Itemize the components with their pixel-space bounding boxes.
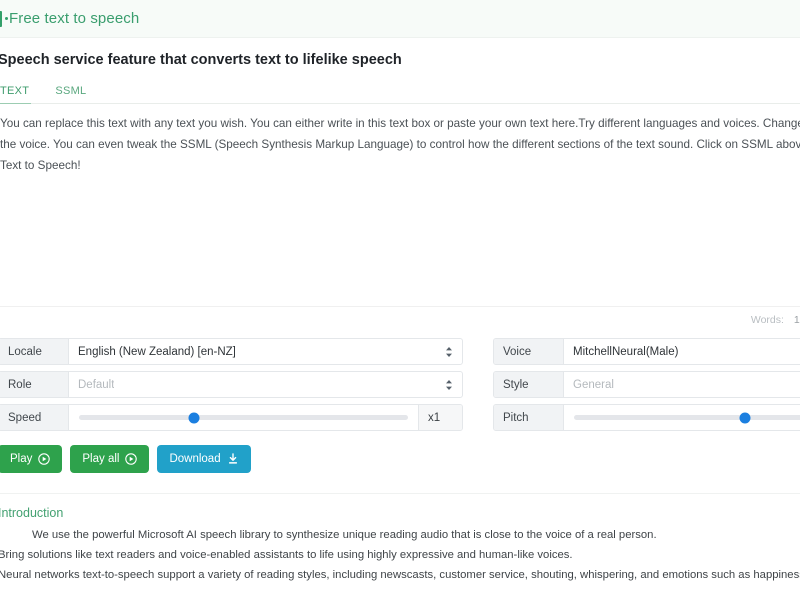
text-editor[interactable]: You can replace this text with any text … — [0, 104, 800, 306]
introduction-paragraph-2: Bring solutions like text readers and vo… — [0, 548, 573, 561]
speed-control[interactable]: Speed x1 — [0, 404, 463, 431]
role-label: Role — [0, 372, 69, 397]
introduction-heading: Introduction — [0, 506, 64, 520]
locale-value: English (New Zealand) [en-NZ] — [78, 345, 236, 358]
speed-slider-track[interactable] — [79, 412, 408, 423]
introduction-paragraph-1: We use the powerful Microsoft AI speech … — [32, 529, 657, 541]
download-icon — [227, 453, 239, 465]
style-value-wrap[interactable]: General — [564, 372, 800, 397]
speed-label: Speed — [0, 405, 69, 430]
speed-slider-body[interactable] — [69, 405, 418, 430]
role-placeholder: Default — [78, 378, 115, 391]
style-select[interactable]: Style General — [493, 371, 800, 398]
voice-label: Voice — [494, 339, 564, 364]
locale-select[interactable]: Locale English (New Zealand) [en-NZ] — [0, 338, 463, 365]
pitch-slider-track[interactable] — [574, 412, 800, 423]
editor-statusbar: Words: 124 | Lines: 1 | Blank Lines: — [0, 306, 800, 332]
voice-controls: Locale English (New Zealand) [en-NZ] Voi… — [0, 338, 800, 431]
locale-label: Locale — [0, 339, 69, 364]
speed-value: x1 — [418, 405, 462, 430]
introduction-paragraph-3: Neural networks text-to-speech support a… — [0, 568, 800, 581]
speed-slider-thumb[interactable] — [188, 412, 200, 423]
page-title: Speech service feature that converts tex… — [0, 52, 402, 68]
role-value-wrap[interactable]: Default — [69, 372, 462, 397]
page-root: Free text to speech Donate B Speech serv… — [0, 0, 800, 600]
brand-name: Free text to speech — [9, 10, 140, 27]
tab-ssml[interactable]: SSML — [41, 85, 98, 103]
download-button-label: Download — [169, 453, 221, 465]
tab-text[interactable]: TEXT — [0, 85, 41, 104]
action-buttons: Play Play all Download — [0, 445, 800, 473]
role-select[interactable]: Role Default — [0, 371, 463, 398]
voice-select[interactable]: Voice MitchellNeural(Male) — [493, 338, 800, 365]
voice-value: MitchellNeural(Male) — [573, 345, 679, 358]
logo-icon — [0, 10, 8, 27]
tab-bar: TEXT SSML — [0, 80, 800, 104]
play-all-button[interactable]: Play all — [70, 445, 150, 473]
site-header: Free text to speech Donate B — [0, 0, 800, 38]
locale-value-wrap[interactable]: English (New Zealand) [en-NZ] — [69, 339, 462, 364]
play-button-label: Play — [10, 453, 33, 465]
chevron-updown-icon — [445, 346, 453, 358]
words-value: 124 — [793, 313, 800, 326]
brand[interactable]: Free text to speech — [0, 10, 139, 27]
play-circle-icon — [38, 453, 51, 465]
pitch-slider-body[interactable] — [564, 405, 800, 430]
pitch-label: Pitch — [494, 405, 564, 430]
words-label: Words: — [750, 313, 784, 326]
article-section: Introduction We use the powerful Microso… — [0, 493, 800, 600]
style-label: Style — [494, 372, 564, 397]
play-all-button-label: Play all — [82, 453, 120, 465]
voice-value-wrap[interactable]: MitchellNeural(Male) — [564, 339, 800, 364]
play-circle-icon — [125, 453, 138, 465]
chevron-updown-icon — [445, 379, 453, 391]
pitch-control[interactable]: Pitch 1 — [493, 404, 800, 431]
play-button[interactable]: Play — [0, 445, 63, 473]
download-button[interactable]: Download — [157, 445, 251, 473]
pitch-slider-thumb[interactable] — [739, 412, 751, 423]
title-section: Speech service feature that converts tex… — [0, 38, 800, 104]
style-placeholder: General — [573, 378, 614, 391]
